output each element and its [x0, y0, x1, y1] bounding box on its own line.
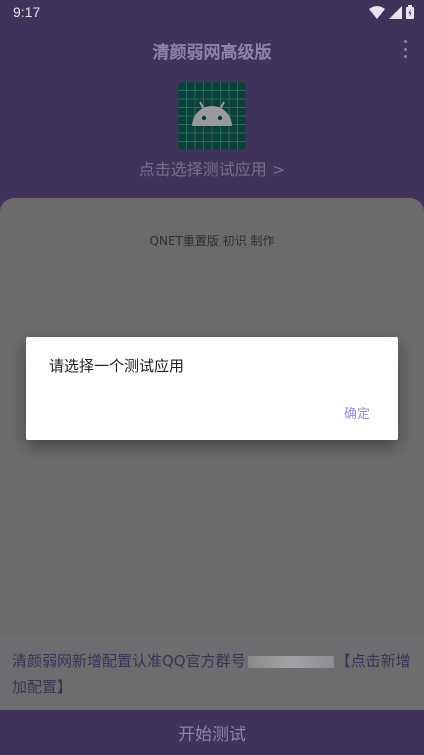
app-title: 清颜弱网高级版 [152, 43, 272, 63]
select-test-app-link[interactable]: 点击选择测试应用 > [0, 156, 424, 180]
cell-signal-icon [389, 5, 402, 19]
status-time: 9:17 [13, 4, 41, 20]
more-options-icon[interactable] [400, 40, 410, 58]
dialog-message: 请选择一个测试应用 [49, 357, 185, 375]
alert-dialog: 请选择一个测试应用 确定 [26, 337, 398, 440]
battery-icon [406, 5, 414, 19]
start-test-button[interactable]: 开始测试 [0, 710, 424, 755]
android-icon [178, 82, 246, 150]
status-icons [369, 5, 414, 19]
notice-text: 清颜弱网新增配置认准QQ官方群号 [12, 652, 246, 670]
app-header: 清颜弱网高级版 点击选择测试应用 > [0, 24, 424, 224]
android-app-icon[interactable] [178, 82, 246, 150]
credit-text: QNET重置版 初识 制作 [149, 234, 275, 248]
status-bar: 9:17 [0, 0, 424, 24]
config-notice[interactable]: 清颜弱网新增配置认准QQ官方群号 【点击新增加配置】 [0, 636, 424, 710]
main-panel: QNET重置版 初识 制作 [0, 198, 424, 710]
wifi-icon [369, 5, 385, 19]
dialog-ok-button[interactable]: 确定 [344, 403, 370, 422]
redacted-group-number [247, 655, 334, 668]
